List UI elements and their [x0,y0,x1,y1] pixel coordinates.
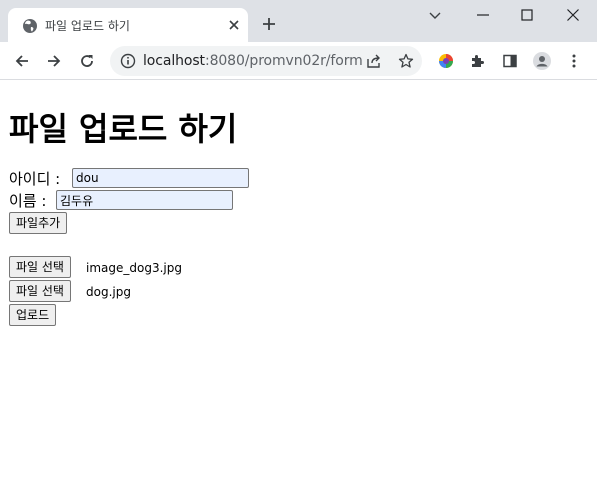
globe-icon [23,19,37,33]
id-input[interactable] [72,168,249,188]
bookmark-star-icon[interactable] [398,53,414,69]
extension-colorful-icon[interactable] [438,53,454,69]
browser-toolbar: localhost:8080/promvn02r/form [0,42,597,80]
puzzle-extensions-icon[interactable] [469,53,485,69]
minimize-icon[interactable] [476,8,490,22]
name-label: 이름 : [9,192,47,210]
browser-tab[interactable]: 파일 업로드 하기 [8,8,248,42]
page-content: 파일 업로드 하기 아이디 : 이름 : 파일추가 파일 선택 image_do… [0,80,597,484]
url-host: localhost [143,53,205,69]
close-tab-icon[interactable] [227,18,241,32]
address-bar[interactable]: localhost:8080/promvn02r/form [110,46,422,76]
forward-arrow-icon[interactable] [46,53,62,69]
file-select-button[interactable]: 파일 선택 [9,256,71,278]
maximize-icon[interactable] [520,8,534,22]
url-text[interactable]: localhost:8080/promvn02r/form [143,53,363,69]
side-panel-icon[interactable] [502,53,518,69]
add-file-button[interactable]: 파일추가 [9,212,68,234]
chevron-down-icon[interactable] [428,8,442,22]
url-path: :8080/promvn02r/form [204,53,363,69]
window-close-icon[interactable] [566,8,580,22]
selected-file-name: dog.jpg [86,285,131,299]
name-input[interactable] [56,190,233,210]
new-tab-icon[interactable] [262,17,276,31]
back-arrow-icon[interactable] [14,53,30,69]
more-menu-icon[interactable] [566,53,582,69]
tab-strip: 파일 업로드 하기 [0,0,597,42]
page-title: 파일 업로드 하기 [9,110,238,148]
selected-file-name: image_dog3.jpg [86,261,182,275]
tab-title: 파일 업로드 하기 [45,19,130,33]
share-icon[interactable] [366,53,382,69]
upload-button[interactable]: 업로드 [9,304,57,326]
file-select-button[interactable]: 파일 선택 [9,280,71,302]
id-label: 아이디 : [9,170,61,188]
profile-avatar-icon[interactable] [533,52,551,70]
reload-icon[interactable] [79,53,95,69]
info-icon[interactable] [120,53,136,69]
